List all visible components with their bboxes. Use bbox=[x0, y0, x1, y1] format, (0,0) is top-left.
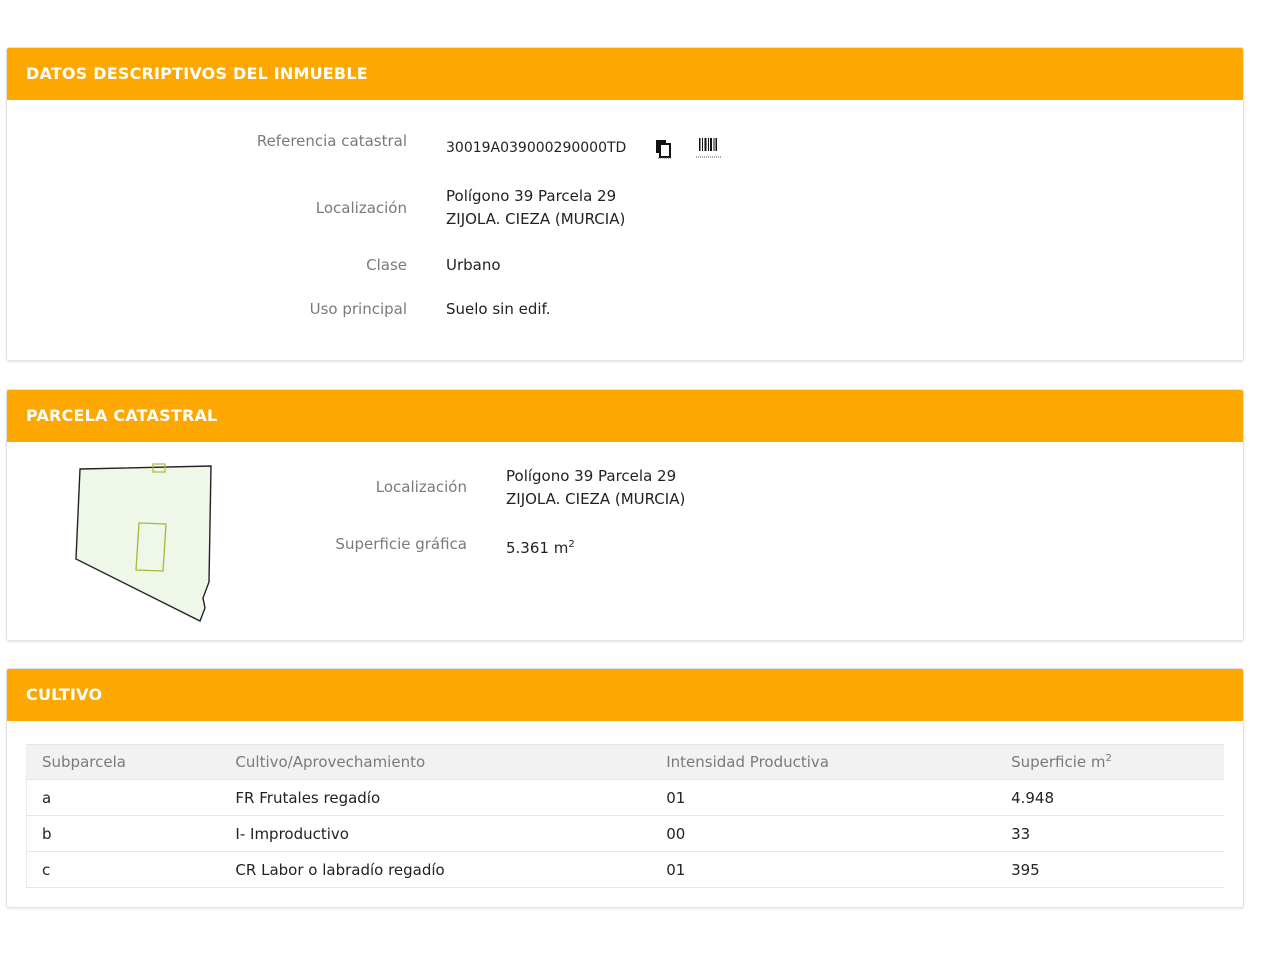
table-row: c CR Labor o labradío regadío 01 395 bbox=[26, 851, 1224, 888]
table-row: a FR Frutales regadío 01 4.948 bbox=[26, 779, 1224, 816]
cultivo-table: Subparcela Cultivo/Aprovechamiento Inten… bbox=[26, 744, 1224, 888]
superficie-grafica-label: Superficie gráfica bbox=[335, 535, 467, 553]
uso-label: Uso principal bbox=[309, 300, 407, 318]
inmueble-header: DATOS DESCRIPTIVOS DEL INMUEBLE bbox=[7, 48, 1243, 100]
cell-intensidad: 01 bbox=[651, 779, 997, 816]
cell-superficie: 33 bbox=[996, 815, 1224, 852]
clase-value: Urbano bbox=[446, 256, 501, 274]
table-row: b I- Improductivo 00 33 bbox=[26, 815, 1224, 852]
cell-superficie: 395 bbox=[996, 851, 1224, 888]
cell-superficie: 4.948 bbox=[996, 779, 1224, 816]
cell-intensidad: 01 bbox=[651, 851, 997, 888]
uso-value: Suelo sin edif. bbox=[446, 300, 551, 318]
barcode-icon[interactable] bbox=[695, 136, 723, 164]
cultivo-header: CULTIVO bbox=[7, 669, 1243, 721]
cell-subparcela: b bbox=[26, 815, 221, 852]
inmueble-panel: DATOS DESCRIPTIVOS DEL INMUEBLE Referenc… bbox=[6, 47, 1244, 361]
clase-label: Clase bbox=[366, 256, 407, 274]
parcela-localizacion-line1: Polígono 39 Parcela 29 bbox=[506, 467, 677, 485]
cell-subparcela: a bbox=[26, 779, 221, 816]
cultivo-panel: CULTIVO Subparcela Cultivo/Aprovechamien… bbox=[6, 668, 1244, 908]
superficie-grafica-number: 5.361 m bbox=[506, 539, 569, 557]
table-header-row: Subparcela Cultivo/Aprovechamiento Inten… bbox=[26, 744, 1224, 780]
parcela-header: PARCELA CATASTRAL bbox=[7, 390, 1243, 442]
col-superficie-label: Superficie m bbox=[1011, 753, 1106, 771]
cell-cultivo: FR Frutales regadío bbox=[220, 779, 652, 816]
cell-subparcela: c bbox=[26, 851, 221, 888]
superficie-grafica-value: 5.361 m2 bbox=[506, 533, 575, 560]
col-superficie: Superficie m2 bbox=[996, 744, 1224, 780]
parcela-localizacion-label: Localización bbox=[375, 478, 467, 496]
localizacion-line2: ZIJOLA. CIEZA (MURCIA) bbox=[446, 210, 626, 228]
localizacion-label: Localización bbox=[315, 199, 407, 217]
col-subparcela: Subparcela bbox=[26, 744, 221, 780]
col-cultivo: Cultivo/Aprovechamiento bbox=[220, 744, 652, 780]
parcel-map-icon[interactable] bbox=[67, 458, 227, 632]
col-superficie-exp: 2 bbox=[1105, 753, 1112, 764]
referencia-value[interactable]: 30019A039000290000TD bbox=[446, 137, 626, 160]
localizacion-line1: Polígono 39 Parcela 29 bbox=[446, 187, 617, 205]
cell-cultivo: I- Improductivo bbox=[220, 815, 652, 852]
cell-intensidad: 00 bbox=[651, 815, 997, 852]
referencia-label: Referencia catastral bbox=[256, 132, 407, 150]
col-intensidad: Intensidad Productiva bbox=[651, 744, 997, 780]
superficie-grafica-exp: 2 bbox=[568, 539, 575, 550]
cell-cultivo: CR Labor o labradío regadío bbox=[220, 851, 652, 888]
parcela-localizacion-line2: ZIJOLA. CIEZA (MURCIA) bbox=[506, 490, 686, 508]
parcela-panel: PARCELA CATASTRAL Localización Polígono … bbox=[6, 389, 1244, 641]
copy-document-icon[interactable] bbox=[655, 139, 673, 163]
